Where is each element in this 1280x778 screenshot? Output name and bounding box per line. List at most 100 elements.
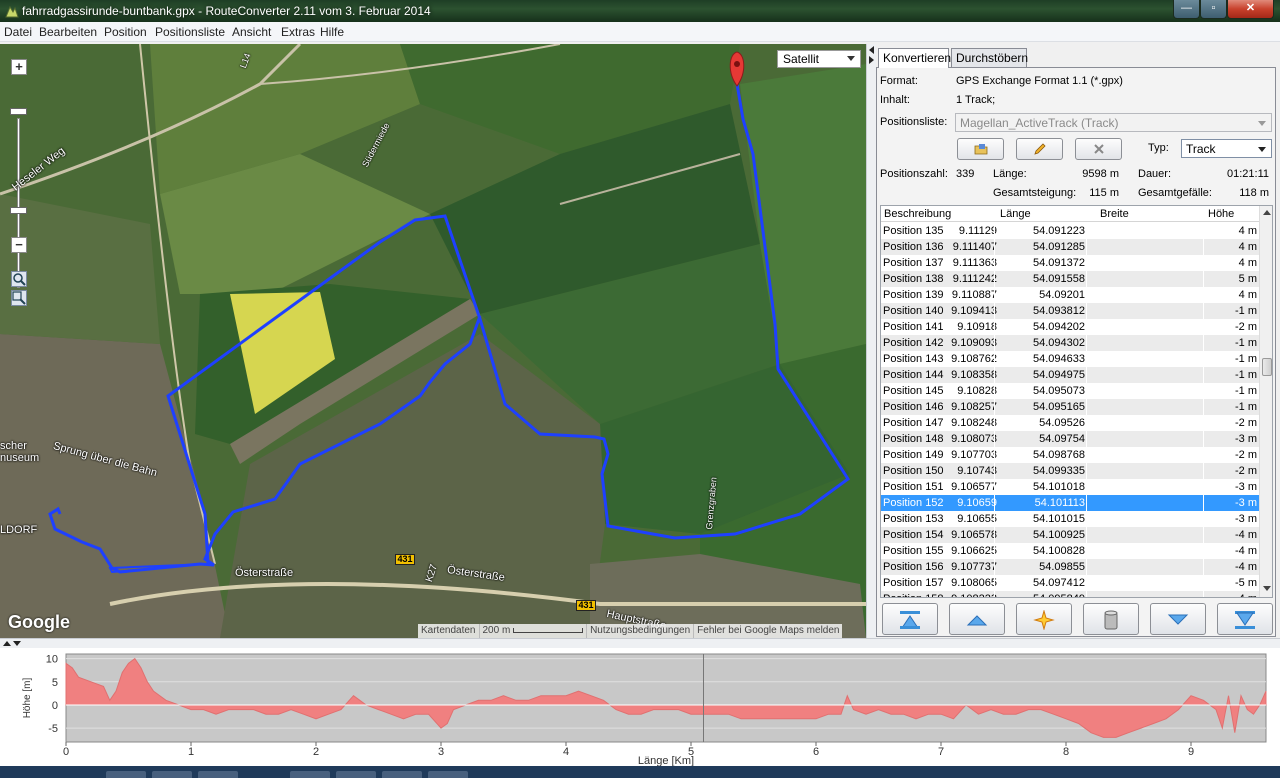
- format-value: GPS Exchange Format 1.1 (*.gpx): [956, 75, 1123, 87]
- table-row[interactable]: Position 149 9.107703 54.098768 -2 m: [881, 447, 1259, 463]
- table-row[interactable]: Position 142 9.109093 54.094302 -1 m: [881, 335, 1259, 351]
- move-to-top-button[interactable]: [882, 603, 938, 635]
- x-tick-label: 4: [563, 746, 569, 758]
- elevation-chart[interactable]: 1050-50 1 2 3 4 5 6 7 8 9Länge [Km]Höhe [m]: [0, 648, 1280, 767]
- table-row[interactable]: Position 155 9.106625 54.100828 -4 m: [881, 543, 1259, 559]
- menu-ansicht[interactable]: Ansicht: [232, 25, 271, 39]
- column-header-beschreibung[interactable]: Beschreibung: [884, 208, 951, 220]
- collapse-right-icon[interactable]: [869, 56, 874, 64]
- map-data-link[interactable]: Kartendaten: [418, 624, 480, 638]
- table-row[interactable]: Position 156 9.107737 54.09855 -4 m: [881, 559, 1259, 575]
- elevation-profile[interactable]: 10 5 0 -5 0 1 2 3 4 5 6 7 8 9 Länge [Km] Höhe [m]: [0, 648, 1280, 767]
- menu-position[interactable]: Position: [104, 25, 147, 39]
- table-row[interactable]: Position 148 9.108073 54.09754 -3 m: [881, 431, 1259, 447]
- report-error-link[interactable]: Fehler bei Google Maps melden: [694, 624, 842, 638]
- move-to-bottom-button[interactable]: [1217, 603, 1273, 635]
- collapse-down-icon[interactable]: [13, 641, 21, 646]
- taskbar-item[interactable]: [382, 771, 422, 778]
- table-row[interactable]: Position 143 9.108762 54.094633 -1 m: [881, 351, 1259, 367]
- maximize-button[interactable]: ▫: [1200, 0, 1227, 19]
- zoom-selection-icon[interactable]: [11, 271, 27, 287]
- table-row[interactable]: Position 141 9.10918 54.094202 -2 m: [881, 319, 1259, 335]
- move-up-button[interactable]: [949, 603, 1005, 635]
- table-row[interactable]: Position 137 9.111363 54.091372 4 m: [881, 255, 1259, 271]
- scroll-up-icon[interactable]: [1263, 210, 1271, 215]
- table-row[interactable]: Position 154 9.106578 54.100925 -4 m: [881, 527, 1259, 543]
- taskbar-item[interactable]: [106, 771, 146, 778]
- cell-beschreibung: Position 151: [883, 481, 944, 493]
- table-row[interactable]: Position 150 9.10743 54.099335 -2 m: [881, 463, 1259, 479]
- column-header-hoehe[interactable]: Höhe: [1208, 208, 1234, 220]
- cell-beschreibung: Position 144: [883, 369, 944, 381]
- zoom-slider-track[interactable]: [17, 118, 20, 288]
- table-row[interactable]: Position 153 9.10655 54.101015 -3 m: [881, 511, 1259, 527]
- close-button[interactable]: ✕: [1227, 0, 1274, 19]
- table-row[interactable]: Position 135 9.11129 54.091223 4 m: [881, 223, 1259, 239]
- cell-laenge: 9.110887: [951, 289, 997, 301]
- positionlist-value: Magellan_ActiveTrack (Track): [960, 116, 1119, 130]
- taskbar-item[interactable]: [198, 771, 238, 778]
- type-select[interactable]: Track: [1181, 139, 1272, 158]
- table-row[interactable]: Position 136 9.111407 54.091285 4 m: [881, 239, 1259, 255]
- open-folder-button[interactable]: [957, 138, 1004, 160]
- terms-link[interactable]: Nutzungsbedingungen: [587, 624, 695, 638]
- taskbar-item[interactable]: [290, 771, 330, 778]
- menu-extras[interactable]: Extras: [281, 25, 315, 39]
- table-row[interactable]: Position 151 9.106577 54.101018 -3 m: [881, 479, 1259, 495]
- menu-positionsliste[interactable]: Positionsliste: [155, 25, 225, 39]
- cell-beschreibung: Position 157: [883, 577, 944, 589]
- menu-datei[interactable]: Datei: [4, 25, 32, 39]
- column-separator: [1086, 575, 1087, 591]
- cell-laenge: 9.111363: [952, 257, 997, 269]
- scrollbar-thumb[interactable]: [1262, 358, 1272, 376]
- menu-hilfe[interactable]: Hilfe: [320, 25, 344, 39]
- delete-position-button[interactable]: [1083, 603, 1139, 635]
- map-type-select[interactable]: Satellit: [777, 50, 861, 68]
- zoom-in-button[interactable]: +: [11, 59, 27, 75]
- taskbar-item[interactable]: [152, 771, 192, 778]
- taskbar-item[interactable]: [428, 771, 468, 778]
- scroll-down-icon[interactable]: [1263, 586, 1271, 591]
- table-row[interactable]: Position 145 9.10828 54.095073 -1 m: [881, 383, 1259, 399]
- horizontal-splitter[interactable]: [0, 638, 1280, 648]
- table-row[interactable]: Position 158 9.108223 54.095849 -4 m: [881, 591, 1259, 597]
- zoom-slider-thumb[interactable]: [10, 207, 27, 214]
- cell-beschreibung: Position 142: [883, 337, 944, 349]
- collapse-left-icon[interactable]: [869, 46, 874, 54]
- x-tick-label: 1: [188, 746, 194, 758]
- map-label-dorf: LDORF: [0, 524, 38, 536]
- delete-list-button[interactable]: [1075, 138, 1122, 160]
- cell-hoehe: -2 m: [1235, 417, 1257, 429]
- cell-laenge: 9.10743: [957, 465, 997, 477]
- table-row[interactable]: Position 157 9.108065 54.097412 -5 m: [881, 575, 1259, 591]
- move-down-button[interactable]: [1150, 603, 1206, 635]
- zoom-fit-icon[interactable]: [11, 290, 27, 306]
- table-row[interactable]: Position 146 9.108257 54.095165 -1 m: [881, 399, 1259, 415]
- insert-position-button[interactable]: [1016, 603, 1072, 635]
- table-scrollbar[interactable]: [1259, 206, 1272, 597]
- table-row[interactable]: Position 144 9.108358 54.094975 -1 m: [881, 367, 1259, 383]
- zoom-out-button[interactable]: −: [11, 237, 27, 253]
- table-row[interactable]: Position 152 9.10659 54.101113 -3 m: [881, 495, 1259, 511]
- convert-panel: Konvertieren Durchstöbern Format: GPS Ex…: [876, 44, 1280, 638]
- minimize-button[interactable]: —: [1173, 0, 1200, 19]
- taskbar-item[interactable]: [336, 771, 376, 778]
- column-header-laenge[interactable]: Länge: [1000, 208, 1031, 220]
- rename-button[interactable]: [1016, 138, 1063, 160]
- column-separator: [994, 271, 995, 287]
- column-header-breite[interactable]: Breite: [1100, 208, 1129, 220]
- cell-beschreibung: Position 138: [883, 273, 944, 285]
- menu-bearbeiten[interactable]: Bearbeiten: [39, 25, 97, 39]
- table-row[interactable]: Position 140 9.109413 54.093812 -1 m: [881, 303, 1259, 319]
- y-tick-label: 0: [52, 700, 58, 712]
- y-tick-label: 5: [52, 677, 58, 689]
- satellite-map[interactable]: + − Satellit Heseler Weg Südermiede L14 …: [0, 44, 866, 638]
- tab-durchstoebern[interactable]: Durchstöbern: [951, 48, 1028, 67]
- vertical-splitter[interactable]: [866, 44, 876, 638]
- column-separator: [994, 447, 995, 463]
- table-row[interactable]: Position 147 9.108248 54.09526 -2 m: [881, 415, 1259, 431]
- collapse-up-icon[interactable]: [3, 641, 11, 646]
- tab-konvertieren[interactable]: Konvertieren: [878, 48, 951, 68]
- table-row[interactable]: Position 138 9.111242 54.091558 5 m: [881, 271, 1259, 287]
- table-row[interactable]: Position 139 9.110887 54.09201 4 m: [881, 287, 1259, 303]
